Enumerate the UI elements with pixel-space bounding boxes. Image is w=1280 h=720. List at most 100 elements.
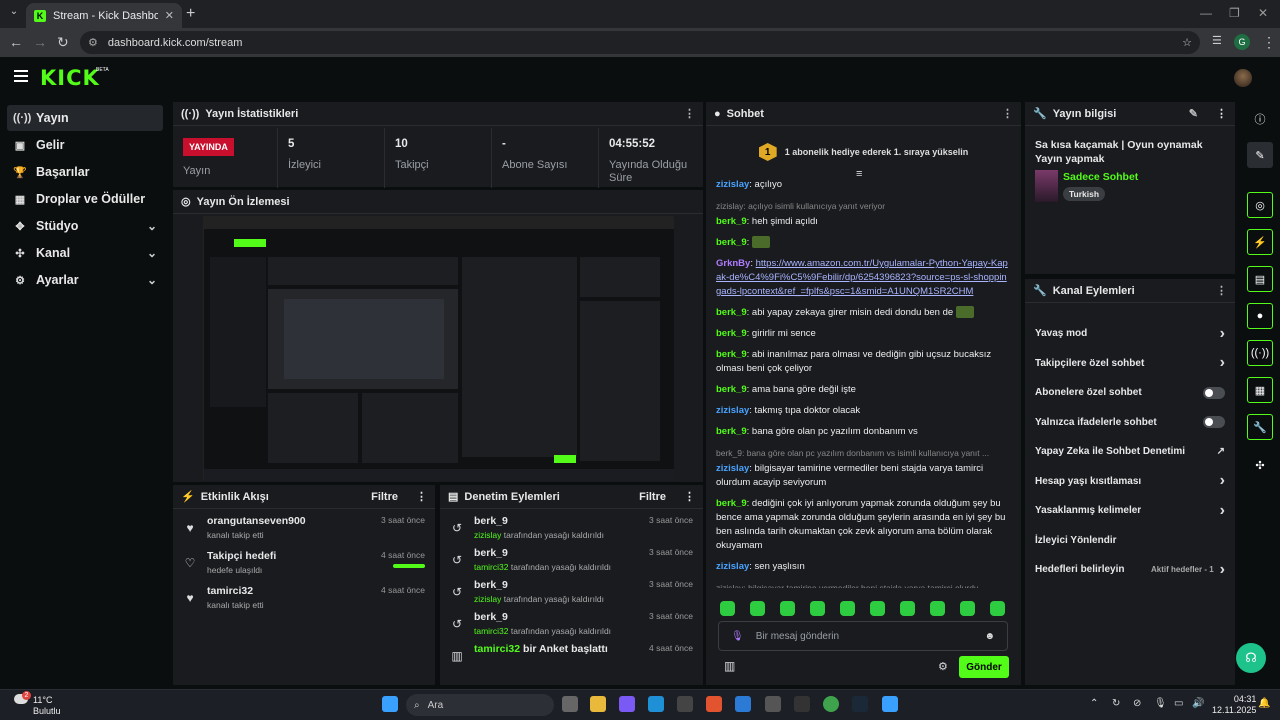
external-link-icon[interactable]: ↗: [1217, 446, 1225, 457]
sidebar-item-droplar[interactable]: ▦ Droplar ve Ödüller: [7, 186, 163, 212]
chevron-right-icon[interactable]: ›: [1220, 561, 1225, 579]
channel-action-item[interactable]: Hesap yaşı kısıtlaması ›: [1025, 467, 1235, 497]
volume-icon[interactable]: 🔊: [1192, 698, 1204, 709]
store-app-icon[interactable]: [677, 696, 693, 712]
chevron-right-icon[interactable]: ›: [1220, 502, 1225, 520]
emote-icon[interactable]: [810, 601, 825, 616]
more-options-icon[interactable]: ⋮: [684, 490, 695, 503]
new-tab-icon[interactable]: +: [186, 5, 195, 23]
taskbar-clock[interactable]: 04:31 12.11.2025: [1212, 694, 1256, 716]
channel-action-item[interactable]: Hedefleri belirleyin Aktif hedefler - 1 ›: [1025, 555, 1235, 585]
wrench-icon[interactable]: 🔧: [1247, 414, 1273, 440]
microphone-icon[interactable]: 🎙: [1154, 698, 1167, 709]
chat-username[interactable]: berk_9: [716, 349, 747, 360]
chat-username[interactable]: berk_9: [716, 498, 747, 509]
emote-icon[interactable]: [960, 601, 975, 616]
copilot-icon[interactable]: [619, 696, 635, 712]
more-options-icon[interactable]: ⋮: [684, 107, 695, 120]
broadcast-icon[interactable]: ((·)): [1247, 340, 1273, 366]
channel-action-item[interactable]: Abonelere özel sohbet: [1025, 378, 1235, 408]
more-options-icon[interactable]: ⋮: [416, 490, 427, 503]
chat-username[interactable]: berk_9: [716, 216, 747, 227]
emote-icon[interactable]: [780, 601, 795, 616]
hamburger-menu-icon[interactable]: [14, 70, 28, 82]
layout-icon[interactable]: ▦: [1247, 377, 1273, 403]
chat-username[interactable]: berk_9: [716, 426, 747, 437]
sub-gift-banner[interactable]: 1 1 abonelik hediye ederek 1. sıraya yüks…: [706, 128, 1021, 176]
channel-action-item[interactable]: Yapay Zeka ile Sohbet Denetimi ↗: [1025, 437, 1235, 467]
chevron-right-icon[interactable]: ›: [1220, 325, 1225, 343]
site-info-icon[interactable]: ⚙: [88, 36, 98, 49]
display-icon[interactable]: ▭: [1174, 698, 1183, 709]
reading-list-icon[interactable]: ☰: [1212, 34, 1222, 47]
obs-icon[interactable]: [765, 696, 781, 712]
chat-username[interactable]: berk_9: [716, 328, 747, 339]
toggle-switch[interactable]: [1203, 386, 1225, 399]
notifications-icon[interactable]: 🔔: [1258, 698, 1270, 709]
category-name[interactable]: Sadece Sohbet: [1063, 171, 1138, 183]
more-options-icon[interactable]: ⋮: [1002, 107, 1013, 120]
user-avatar[interactable]: [1234, 69, 1252, 87]
back-icon[interactable]: ←: [9, 34, 23, 50]
close-tab-icon[interactable]: ✕: [165, 9, 174, 22]
forward-icon[interactable]: →: [33, 34, 47, 50]
channel-action-item[interactable]: Yavaş mod ›: [1025, 319, 1235, 349]
browser-menu-icon[interactable]: ⋮: [1262, 34, 1276, 51]
emote-icon[interactable]: [720, 601, 735, 616]
chat-username[interactable]: berk_9: [716, 384, 747, 395]
chat-icon[interactable]: ●: [1247, 303, 1273, 329]
edge-icon[interactable]: [648, 696, 664, 712]
document-icon[interactable]: ▤: [1247, 266, 1273, 292]
emote-icon[interactable]: [900, 601, 915, 616]
weather-widget[interactable]: 11°C Bulutlu: [33, 695, 61, 717]
chat-username[interactable]: GrknBy: [716, 258, 750, 269]
sidebar-item-gelir[interactable]: ▣ Gelir: [7, 132, 163, 158]
taskbar-search[interactable]: ⌕ Ara: [406, 694, 554, 716]
chat-username[interactable]: berk_9: [716, 237, 747, 248]
more-options-icon[interactable]: ⋮: [1216, 284, 1227, 297]
microphone-icon[interactable]: 🎙: [731, 631, 744, 642]
chevron-right-icon[interactable]: ›: [1220, 354, 1225, 372]
emote-icon[interactable]: [750, 601, 765, 616]
pycharm-icon[interactable]: [794, 696, 810, 712]
more-options-icon[interactable]: ⋮: [1216, 107, 1227, 120]
chat-username[interactable]: zizislay: [716, 405, 749, 416]
reload-icon[interactable]: ↻: [57, 34, 69, 51]
channel-action-item[interactable]: Yalnızca ifadelerle sohbet: [1025, 408, 1235, 438]
vscode-icon[interactable]: [735, 696, 751, 712]
sidebar-item-kanal[interactable]: ✣ Kanal ⌄: [7, 240, 163, 266]
close-window-icon[interactable]: ✕: [1258, 6, 1268, 20]
send-button[interactable]: Gönder: [959, 656, 1009, 678]
sync-icon[interactable]: ↻: [1112, 698, 1120, 709]
bookmark-star-icon[interactable]: ☆: [1182, 36, 1192, 49]
emote-icon[interactable]: [840, 601, 855, 616]
info-icon[interactable]: ⓘ: [1247, 106, 1273, 132]
bolt-icon[interactable]: ⚡: [1247, 229, 1273, 255]
chrome-icon[interactable]: [823, 696, 839, 712]
edit-icon[interactable]: ✎: [1189, 107, 1198, 120]
tab-search-icon[interactable]: ⌄: [6, 6, 22, 22]
preview-icon[interactable]: ◎: [1247, 192, 1273, 218]
chat-settings-icon[interactable]: ⚙: [938, 660, 948, 673]
tray-overflow-icon[interactable]: ⌃: [1090, 698, 1098, 709]
chat-input[interactable]: 🎙 Bir mesaj gönderin ☻: [718, 621, 1008, 651]
task-view-icon[interactable]: [562, 696, 578, 712]
brave-icon[interactable]: [706, 696, 722, 712]
edit-icon[interactable]: ✎: [1247, 142, 1273, 168]
emote-icon[interactable]: [990, 601, 1005, 616]
filter-button[interactable]: Filtre: [639, 491, 666, 503]
stream-preview-video[interactable]: [203, 216, 674, 481]
sidebar-item-studyo[interactable]: ✥ Stüdyo ⌄: [7, 213, 163, 239]
maximize-icon[interactable]: ❐: [1229, 6, 1240, 20]
steam-icon[interactable]: [852, 696, 868, 712]
sidebar-item-yayin[interactable]: ((·)) Yayın: [7, 105, 163, 131]
sidebar-item-ayarlar[interactable]: ⚙ Ayarlar ⌄: [7, 267, 163, 293]
browser-tab[interactable]: K Stream - Kick Dashboard ✕: [26, 3, 182, 28]
chevron-right-icon[interactable]: ›: [1220, 472, 1225, 490]
file-explorer-icon[interactable]: [590, 696, 606, 712]
network-off-icon[interactable]: ⊘: [1133, 698, 1141, 709]
chat-username[interactable]: zizislay: [716, 561, 749, 572]
toggle-switch[interactable]: [1203, 416, 1225, 429]
emoji-picker-icon[interactable]: ☻: [984, 631, 995, 642]
windows-start-icon[interactable]: [382, 696, 398, 712]
